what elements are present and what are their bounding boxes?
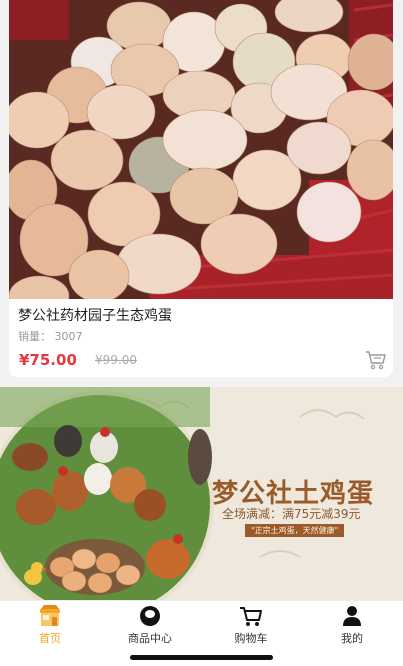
tab-home-label: 首页 [39, 632, 61, 645]
banner-promo: 全场满减：满75元减39元 [222, 505, 361, 522]
tab-cart-label: 购物车 [234, 632, 268, 645]
sales-count: 销量： 3007 [18, 328, 83, 344]
home-icon [38, 605, 62, 627]
sales-value: 3007 [54, 330, 83, 343]
banner-promo-text: 满75元减39元 [282, 507, 361, 521]
current-price: ¥75.00 [19, 351, 77, 369]
home-indicator [130, 655, 273, 660]
sales-label: 销量： [18, 330, 51, 343]
tab-home[interactable]: 首页 [10, 605, 90, 647]
cart-icon [239, 605, 263, 627]
product-image-eggs-in-basket[interactable] [9, 0, 393, 299]
promo-banner[interactable]: 梦公社土鸡蛋 全场满减：满75元减39元 "正宗土鸡蛋，天然健康" [0, 387, 403, 600]
user-icon [340, 605, 364, 627]
tab-cart[interactable]: 购物车 [211, 605, 291, 647]
banner-tagline: "正宗土鸡蛋，天然健康" [245, 524, 345, 537]
tab-product-center-label: 商品中心 [128, 632, 172, 645]
add-to-cart-icon[interactable] [365, 350, 387, 370]
tab-mine[interactable]: 我的 [312, 605, 392, 647]
original-price: ¥99.00 [95, 353, 137, 367]
product-center-icon [138, 605, 162, 627]
product-title[interactable]: 梦公社药材园子生态鸡蛋 [18, 305, 172, 325]
product-card[interactable]: 梦公社药材园子生态鸡蛋 销量： 3007 ¥75.00 ¥99.00 [9, 0, 393, 377]
banner-promo-prefix: 全场满减： [222, 507, 283, 521]
tab-product-center[interactable]: 商品中心 [110, 605, 190, 647]
tab-mine-label: 我的 [341, 632, 363, 645]
